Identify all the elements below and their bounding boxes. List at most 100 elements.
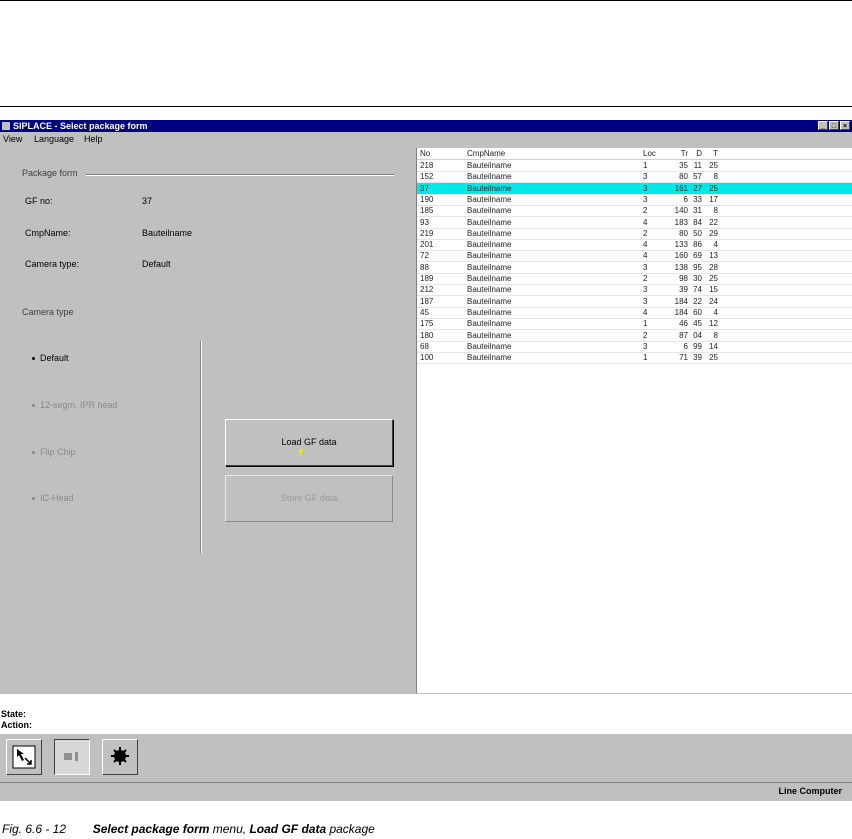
radio-ic-head-label: IC-Head bbox=[40, 493, 74, 503]
title-bar[interactable]: SIPLACE - Select package form _ □ × bbox=[0, 120, 852, 132]
table-cell-d: 99 bbox=[693, 341, 702, 351]
table-cell-d: 27 bbox=[693, 183, 702, 193]
col-header-tr[interactable]: Tr bbox=[672, 148, 688, 159]
table-row[interactable]: 219 Bauteilname 2 80 50 29 bbox=[417, 228, 852, 240]
table-cell-loc: 1 bbox=[643, 161, 648, 170]
caption-fig: Fig. 6.6 - 12 bbox=[2, 822, 67, 836]
gf-no-value: 37 bbox=[142, 196, 153, 206]
table-cell-tr: 80 bbox=[679, 228, 688, 238]
table-cell-t: 22 bbox=[709, 217, 718, 227]
table-cell-loc: 3 bbox=[643, 296, 648, 306]
vertical-separator bbox=[200, 341, 202, 553]
table-cell-t: 13 bbox=[709, 251, 718, 261]
chip-tool-button[interactable] bbox=[102, 739, 138, 775]
figure-caption: Fig. 6.6 - 12 Select package form menu, … bbox=[2, 822, 375, 836]
table-cell-cmp: Bauteilname bbox=[467, 296, 512, 306]
table-cell-cmp: Bauteilname bbox=[467, 285, 512, 295]
table-cell-loc: 1 bbox=[643, 353, 648, 363]
table-cell-no: 72 bbox=[420, 251, 429, 261]
table-row[interactable]: 185 Bauteilname 2 140 31 8 bbox=[417, 205, 852, 218]
table-cell-t: 4 bbox=[713, 240, 718, 250]
table-row[interactable]: 45 Bauteilname 4 184 60 4 bbox=[417, 307, 852, 319]
table-row[interactable]: 37 Bauteilname 3 161 27 25 bbox=[417, 182, 852, 195]
load-gf-data-button[interactable]: Load GF data bbox=[225, 419, 393, 466]
table-cell-tr: 6 bbox=[683, 194, 688, 204]
table-cell-t: 8 bbox=[713, 172, 718, 182]
table-row[interactable]: 212 Bauteilname 3 39 74 15 bbox=[417, 284, 852, 297]
table-cell-loc: 2 bbox=[643, 228, 648, 238]
pause-tool-button[interactable] bbox=[54, 739, 90, 775]
table-cell-t: 25 bbox=[709, 274, 718, 283]
col-header-loc[interactable]: Loc bbox=[643, 148, 656, 159]
table-row[interactable]: 175 Bauteilname 1 46 45 12 bbox=[417, 318, 852, 331]
table-cell-tr: 87 bbox=[679, 330, 688, 340]
table-row[interactable]: 190 Bauteilname 3 6 33 17 bbox=[417, 194, 852, 206]
table-row[interactable]: 72 Bauteilname 4 160 69 13 bbox=[417, 250, 852, 263]
table-row[interactable]: 88 Bauteilname 3 138 95 28 bbox=[417, 262, 852, 274]
radio-12-segm-ipr-head[interactable]: 12-segm. IPR head bbox=[32, 400, 118, 410]
select-tool-button[interactable] bbox=[6, 739, 42, 775]
menu-view[interactable]: View bbox=[3, 133, 22, 145]
table-cell-no: 189 bbox=[420, 274, 434, 283]
table-cell-t: 8 bbox=[713, 206, 718, 216]
table-cell-no: 88 bbox=[420, 262, 429, 272]
table-cell-cmp: Bauteilname bbox=[467, 274, 512, 283]
window-title: SIPLACE - Select package form bbox=[13, 121, 148, 131]
table-cell-d: 84 bbox=[693, 217, 702, 227]
table-cell-tr: 161 bbox=[674, 183, 688, 193]
table-cell-tr: 133 bbox=[674, 240, 688, 250]
table-row[interactable]: 189 Bauteilname 2 98 30 25 bbox=[417, 273, 852, 285]
table-cell-t: 28 bbox=[709, 262, 718, 272]
table-cell-d: 39 bbox=[693, 353, 702, 363]
caption-mid: menu, bbox=[209, 822, 250, 836]
col-header-cmpname[interactable]: CmpName bbox=[467, 148, 505, 159]
minimize-icon[interactable]: _ bbox=[818, 121, 828, 130]
table-row[interactable]: 201 Bauteilname 4 133 86 4 bbox=[417, 239, 852, 252]
table-cell-no: 100 bbox=[420, 353, 434, 363]
menu-help[interactable]: Help bbox=[84, 133, 103, 145]
radio-default[interactable]: Default bbox=[32, 353, 69, 363]
status-area: State: Action: bbox=[0, 694, 852, 734]
status-bar: Line Computer bbox=[0, 782, 852, 801]
caption-bold-2: Load GF data bbox=[249, 822, 327, 836]
col-header-t[interactable]: T bbox=[706, 148, 718, 159]
table-cell-d: 31 bbox=[693, 206, 702, 216]
radio-ic-head[interactable]: IC-Head bbox=[32, 493, 74, 503]
maximize-icon[interactable]: □ bbox=[829, 121, 839, 130]
table-row[interactable]: 100 Bauteilname 1 71 39 25 bbox=[417, 352, 852, 365]
table-cell-d: 69 bbox=[693, 251, 702, 261]
caption-bold-1: Select package form bbox=[92, 822, 210, 836]
col-header-d[interactable]: D bbox=[692, 148, 702, 159]
table-row[interactable]: 152 Bauteilname 3 80 57 8 bbox=[417, 171, 852, 184]
store-gf-data-button[interactable]: Store GF data bbox=[225, 475, 393, 522]
table-cell-no: 68 bbox=[420, 341, 429, 351]
table-cell-no: 187 bbox=[420, 296, 434, 306]
table-cell-loc: 3 bbox=[643, 285, 648, 295]
table-row[interactable]: 68 Bauteilname 3 6 99 14 bbox=[417, 341, 852, 353]
table-cell-tr: 160 bbox=[674, 251, 688, 261]
pause-icon bbox=[64, 752, 78, 761]
radio-flip-chip[interactable]: Flip Chip bbox=[32, 447, 76, 457]
table-cell-cmp: Bauteilname bbox=[467, 353, 512, 363]
table-cell-no: 218 bbox=[420, 161, 434, 170]
menu-language[interactable]: Language bbox=[34, 133, 74, 145]
radio-dot-icon bbox=[32, 497, 35, 501]
table-cell-cmp: Bauteilname bbox=[467, 217, 512, 227]
form-panel: Package form GF no: 37 CmpName: Bauteiln… bbox=[0, 148, 415, 693]
table-cell-d: 45 bbox=[693, 319, 702, 329]
table-cell-t: 12 bbox=[709, 319, 718, 329]
table-cell-cmp: Bauteilname bbox=[467, 161, 512, 170]
table-cell-d: 04 bbox=[693, 330, 702, 340]
table-row[interactable]: 180 Bauteilname 2 87 04 8 bbox=[417, 330, 852, 342]
col-header-no[interactable]: No bbox=[420, 148, 430, 159]
table-row[interactable]: 187 Bauteilname 3 184 22 24 bbox=[417, 296, 852, 308]
table-row[interactable]: 218 Bauteilname 1 35 11 25 bbox=[417, 160, 852, 172]
gf-no-label: GF no: bbox=[25, 196, 53, 206]
table-cell-loc: 3 bbox=[643, 172, 648, 182]
table-row[interactable]: 93 Bauteilname 4 183 84 22 bbox=[417, 217, 852, 229]
table-cell-cmp: Bauteilname bbox=[467, 206, 512, 216]
table-cell-tr: 35 bbox=[679, 161, 688, 170]
close-icon[interactable]: × bbox=[840, 121, 850, 130]
table-cell-tr: 71 bbox=[679, 353, 688, 363]
radio-dot-icon bbox=[32, 451, 35, 455]
